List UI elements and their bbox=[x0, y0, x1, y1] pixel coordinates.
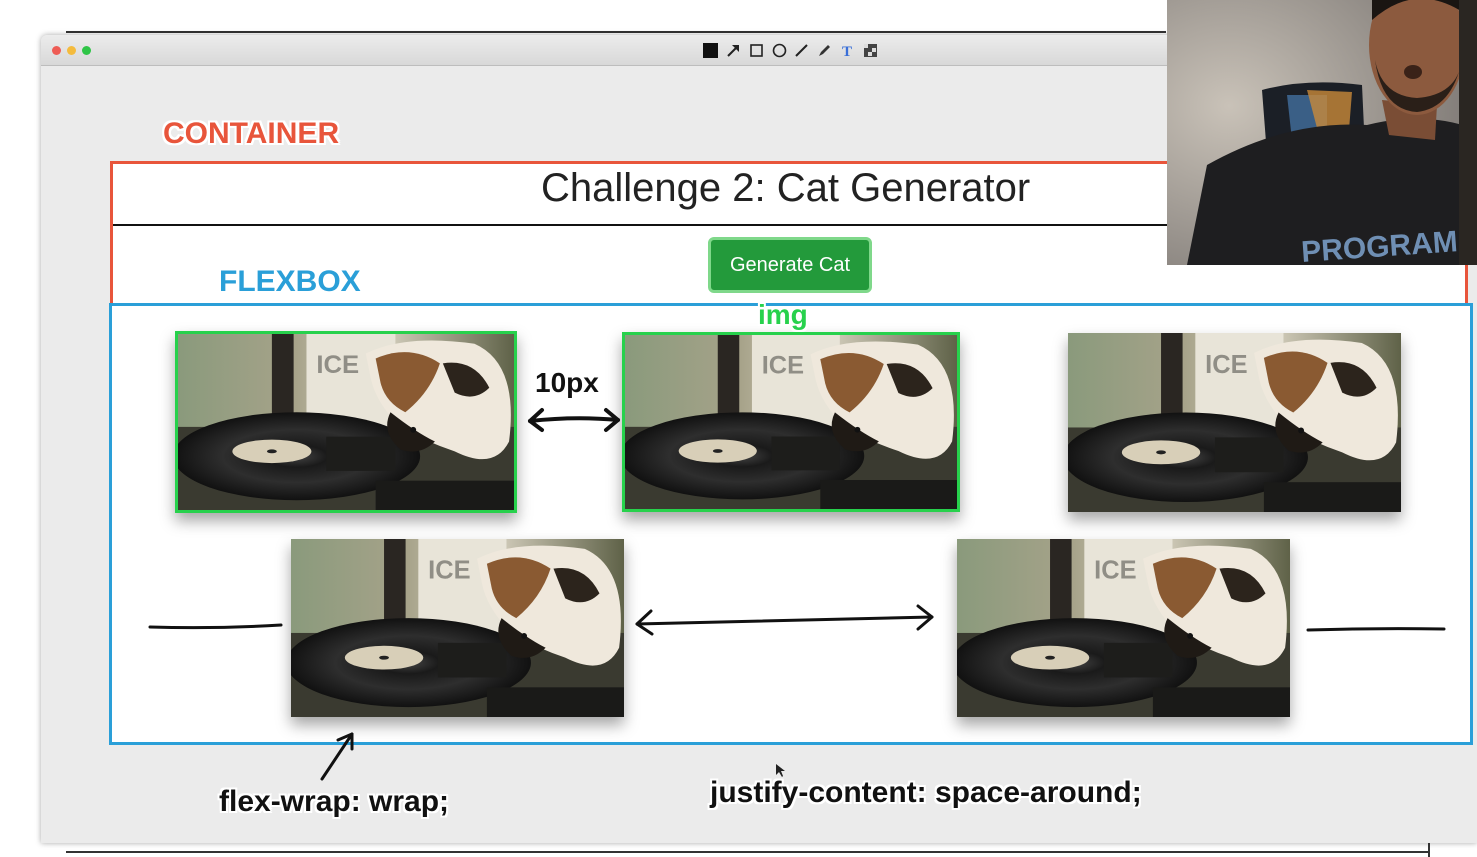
container-label: CONTAINER bbox=[163, 117, 340, 150]
flex-wrap-label: flex-wrap: wrap; bbox=[219, 785, 450, 818]
flexbox-label: FLEXBOX bbox=[219, 265, 361, 298]
spacing-line bbox=[1306, 627, 1446, 632]
gap-label: 10px bbox=[535, 367, 599, 398]
background-edge bbox=[1428, 843, 1430, 857]
spacing-line bbox=[148, 623, 283, 630]
justify-content-label: justify-content: space-around; bbox=[710, 776, 1142, 809]
presenter-video: PROGRAM bbox=[1167, 0, 1477, 265]
img-label: img bbox=[758, 299, 808, 330]
webcam-overlay: PROGRAM bbox=[1167, 0, 1477, 265]
background-edge bbox=[66, 851, 1430, 853]
double-arrow-icon bbox=[528, 408, 620, 432]
double-arrow-icon bbox=[635, 604, 934, 636]
pointer-arrow-icon bbox=[320, 732, 354, 781]
